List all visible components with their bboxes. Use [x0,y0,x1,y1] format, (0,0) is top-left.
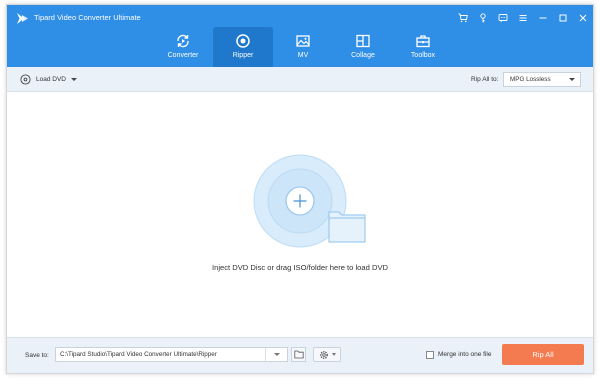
close-icon[interactable] [573,8,593,28]
chevron-down-icon [273,353,280,356]
tab-mv-label: MV [297,52,309,59]
save-path-dropdown[interactable] [265,348,287,361]
save-path-field[interactable]: C:\Tipard Studio\Tipard Video Converter … [55,347,288,362]
toolbar: Load DVD Rip All to: MPG Lossless [7,67,593,92]
bottom-bar: Save to: C:\Tipard Studio\Tipard Video C… [7,337,593,373]
cart-icon[interactable] [453,8,473,28]
drop-hint-text: Inject DVD Disc or drag ISO/folder here … [212,263,388,272]
app-logo-icon [17,13,28,24]
app-title: Tipard Video Converter Ultimate [34,13,141,22]
output-format-value: MPG Lossless [510,76,551,83]
toolbox-icon [416,35,430,48]
open-folder-button[interactable] [291,347,306,362]
app-window: Tipard Video Converter Ultimate Converte… [6,4,594,374]
rip-all-button[interactable]: Rip All [502,344,584,365]
dvd-drop-area[interactable]: Inject DVD Disc or drag ISO/folder here … [7,93,593,343]
mv-icon [296,35,310,47]
converter-icon [177,34,189,48]
ripper-icon [236,34,250,48]
tab-ripper-label: Ripper [232,52,254,59]
tab-collage-label: Collage [351,52,375,59]
gear-icon [319,350,328,359]
feedback-icon[interactable] [493,8,513,28]
tab-mv[interactable]: MV [273,27,333,67]
header-bar: Tipard Video Converter Ultimate Converte… [7,5,593,67]
chevron-down-icon [331,353,336,356]
key-icon[interactable] [473,8,493,28]
menu-icon[interactable] [513,8,533,28]
load-dvd-label: Load DVD [36,76,66,83]
merge-checkbox[interactable] [426,351,434,359]
maximize-icon[interactable] [553,8,573,28]
tab-converter[interactable]: Converter [153,27,213,67]
settings-button[interactable] [313,347,341,362]
folder-icon [293,350,304,359]
chevron-down-icon [569,78,575,81]
disc-icon [20,74,31,85]
main-nav: Converter Ripper MV Collage Toolbox [153,27,453,67]
collage-icon [356,34,370,48]
merge-label: Merge into one file [438,351,492,358]
save-to-label: Save to: [25,352,49,359]
tab-toolbox-label: Toolbox [410,52,436,59]
rip-all-to-label: Rip All to: [471,76,499,83]
tab-collage[interactable]: Collage [333,27,393,67]
save-path-value: C:\Tipard Studio\Tipard Video Converter … [60,351,217,358]
minimize-icon[interactable] [533,8,553,28]
titlebar-controls [453,7,593,29]
chevron-down-icon [71,78,77,81]
tab-ripper[interactable]: Ripper [213,27,273,67]
tab-toolbox[interactable]: Toolbox [393,27,453,67]
add-dvd-disc-icon[interactable] [253,154,375,250]
load-dvd-button[interactable]: Load DVD [20,72,77,87]
tab-converter-label: Converter [167,52,199,59]
output-format-select[interactable]: MPG Lossless [503,72,581,87]
